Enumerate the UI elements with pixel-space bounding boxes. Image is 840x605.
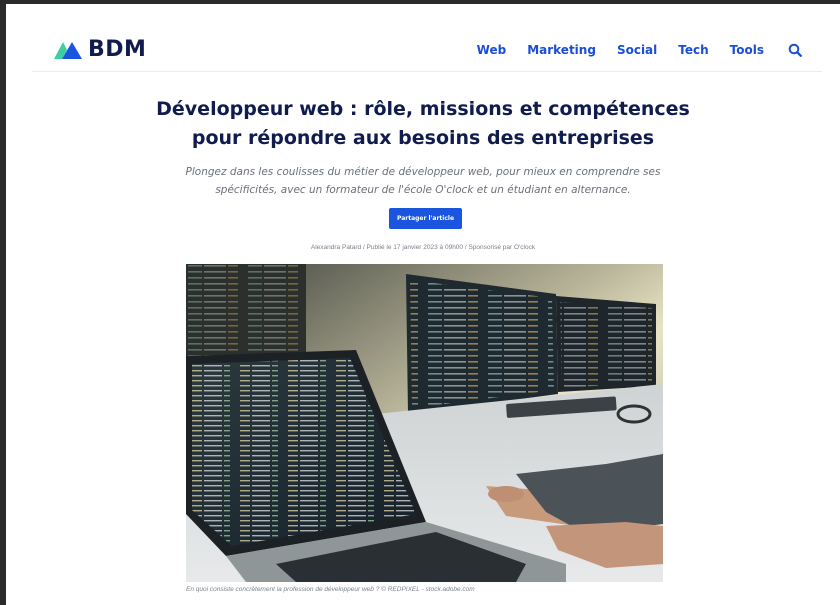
nav-item-web[interactable]: Web	[477, 42, 507, 58]
article-title-line-1: Développeur web : rôle, missions et comp…	[156, 98, 690, 120]
search-icon[interactable]	[788, 43, 802, 57]
image-caption: En quoi consiste concrètement la profess…	[186, 586, 475, 593]
logo-text: BDM	[88, 37, 147, 62]
article-title-line-2: pour répondre aux besoins des entreprise…	[191, 127, 655, 149]
main-nav: Web Marketing Social Tech Tools	[456, 42, 802, 58]
article-subtitle-line-2: spécificités, avec un formateur de l'éco…	[215, 184, 631, 196]
article-title: Développeur web : rôle, missions et comp…	[6, 95, 840, 153]
nav-item-tech[interactable]: Tech	[678, 42, 708, 58]
nav-item-tools[interactable]: Tools	[730, 42, 764, 58]
hero-image	[186, 264, 663, 582]
site-header: BDM Web Marketing Social Tech Tools	[32, 4, 822, 72]
article-subtitle: Plongez dans les coulisses du métier de …	[6, 163, 840, 199]
bdm-logo[interactable]: BDM	[54, 37, 146, 63]
share-article-button[interactable]: Partager l'article	[389, 208, 462, 229]
article-meta: Alexandra Patard / Publié le 17 janvier …	[310, 244, 536, 251]
page: BDM Web Marketing Social Tech Tools Déve…	[6, 4, 840, 605]
logo-mark-icon	[54, 42, 82, 59]
nav-item-social[interactable]: Social	[617, 42, 657, 58]
hero-image-laptop-code-illustration	[186, 264, 663, 582]
nav-item-marketing[interactable]: Marketing	[527, 42, 596, 58]
article-subtitle-line-1: Plongez dans les coulisses du métier de …	[185, 166, 661, 178]
